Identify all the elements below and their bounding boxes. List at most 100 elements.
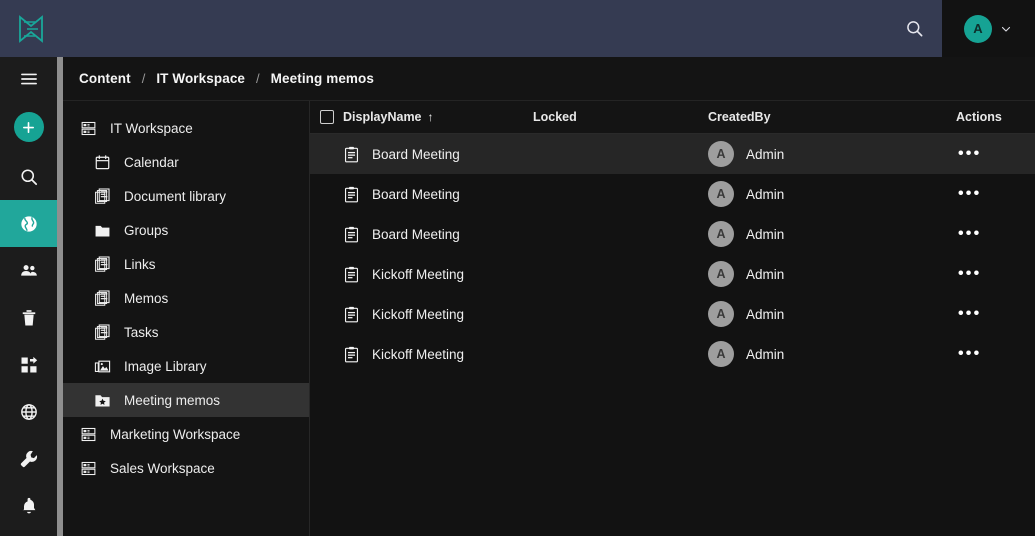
row-actions-menu-button[interactable]: ••• [956, 185, 981, 202]
tree-item-sales-workspace[interactable]: Sales Workspace [63, 451, 309, 485]
cell-createdby: A Admin [708, 301, 956, 327]
breadcrumb-item-it-workspace[interactable]: IT Workspace [156, 71, 245, 86]
cell-actions: ••• [956, 186, 1034, 202]
cell-createdby: A Admin [708, 181, 956, 207]
breadcrumb-item-meeting-memos[interactable]: Meeting memos [271, 71, 374, 86]
select-all-checkbox[interactable] [319, 110, 334, 124]
workspace-icon [77, 118, 99, 138]
breadcrumb-separator: / [141, 71, 146, 86]
tree-item-groups[interactable]: Groups [63, 213, 309, 247]
created-by-name: Admin [746, 226, 785, 242]
row-actions-menu-button[interactable]: ••• [956, 225, 981, 242]
content-table: DisplayName ↑ Locked CreatedBy Actions Bo… [310, 101, 1035, 536]
tree-item-tasks[interactable]: Tasks [63, 315, 309, 349]
created-by-name: Admin [746, 306, 785, 322]
row-display-name: Board Meeting [372, 146, 460, 162]
cell-displayname[interactable]: Kickoff Meeting [343, 306, 533, 323]
cell-actions: ••• [956, 346, 1034, 362]
table-row[interactable]: Kickoff Meeting A Admin ••• [310, 254, 1035, 294]
column-header-createdby[interactable]: CreatedBy [708, 110, 956, 124]
workspace-icon [77, 424, 99, 444]
content-tree-sidebar: IT Workspace Calendar Document library Grou… [63, 101, 310, 536]
search-icon [20, 168, 37, 185]
menu-toggle[interactable] [0, 57, 57, 101]
hamburger-menu-icon [20, 73, 37, 85]
users-icon [20, 264, 37, 276]
calendar-icon [91, 152, 113, 172]
breadcrumb-item-content[interactable]: Content [79, 71, 131, 86]
rail-tools[interactable] [0, 435, 57, 482]
tree-item-meeting-memos[interactable]: Meeting memos [63, 383, 309, 417]
column-header-displayname[interactable]: DisplayName ↑ [343, 110, 533, 124]
tree-item-label: Image Library [124, 358, 207, 374]
cell-displayname[interactable]: Kickoff Meeting [343, 266, 533, 283]
global-search-button[interactable] [886, 0, 942, 57]
avatar: A [708, 221, 734, 247]
cell-actions: ••• [956, 306, 1034, 322]
row-display-name: Board Meeting [372, 226, 460, 242]
tree-item-calendar[interactable]: Calendar [63, 145, 309, 179]
cell-displayname[interactable]: Board Meeting [343, 186, 533, 203]
rail-apps[interactable] [0, 341, 57, 388]
rail-web[interactable] [0, 388, 57, 435]
column-header-displayname-label: DisplayName [343, 110, 422, 124]
row-display-name: Board Meeting [372, 186, 460, 202]
create-new-button[interactable] [13, 112, 44, 142]
app-logo[interactable] [0, 14, 62, 44]
tree-item-label: Links [124, 256, 156, 272]
tree-item-links[interactable]: Links [63, 247, 309, 281]
documents-icon [91, 254, 113, 274]
table-row[interactable]: Kickoff Meeting A Admin ••• [310, 294, 1035, 334]
tree-item-document-library[interactable]: Document library [63, 179, 309, 213]
row-actions-menu-button[interactable]: ••• [956, 265, 981, 282]
memo-icon [343, 186, 360, 203]
row-display-name: Kickoff Meeting [372, 266, 465, 282]
column-header-locked[interactable]: Locked [533, 110, 708, 124]
memo-icon [343, 266, 360, 283]
memo-icon [343, 306, 360, 323]
row-actions-menu-button[interactable]: ••• [956, 145, 981, 162]
tree-item-marketing-workspace[interactable]: Marketing Workspace [63, 417, 309, 451]
tree-item-label: Memos [124, 290, 169, 306]
rail-notifications[interactable] [0, 482, 57, 529]
create-new-wrap [0, 101, 57, 153]
cell-displayname[interactable]: Board Meeting [343, 146, 533, 163]
chevron-down-icon[interactable] [1000, 23, 1012, 35]
avatar[interactable]: A [964, 14, 992, 43]
folder-icon [91, 220, 113, 240]
table-row[interactable]: Kickoff Meeting A Admin ••• [310, 334, 1035, 374]
rail-search[interactable] [0, 153, 57, 200]
wrench-icon [20, 450, 37, 467]
tree-item-image-library[interactable]: Image Library [63, 349, 309, 383]
tree-item-label: Calendar [124, 154, 179, 170]
tree-item-label: Meeting memos [124, 392, 221, 408]
cell-createdby: A Admin [708, 221, 956, 247]
search-icon [906, 21, 922, 37]
app-root: A Content / IT Workspace / Meeting memos… [0, 0, 1035, 536]
rail-content[interactable] [0, 200, 57, 247]
tree-item-label: Sales Workspace [110, 460, 215, 476]
cell-displayname[interactable]: Kickoff Meeting [343, 346, 533, 363]
row-actions-menu-button[interactable]: ••• [956, 345, 981, 362]
table-row[interactable]: Board Meeting A Admin ••• [310, 174, 1035, 214]
table-row[interactable]: Board Meeting A Admin ••• [310, 134, 1035, 174]
cell-actions: ••• [956, 226, 1034, 242]
avatar: A [708, 261, 734, 287]
top-header-bar [0, 0, 942, 57]
created-by-name: Admin [746, 346, 785, 362]
rail-users[interactable] [0, 247, 57, 294]
app-logo-icon [19, 14, 43, 43]
cell-createdby: A Admin [708, 261, 956, 287]
tree-item-label: Marketing Workspace [110, 426, 241, 442]
globe-web-icon [20, 403, 37, 420]
rail-trash[interactable] [0, 294, 57, 341]
table-row[interactable]: Board Meeting A Admin ••• [310, 214, 1035, 254]
cell-displayname[interactable]: Board Meeting [343, 226, 533, 243]
bell-icon [22, 497, 35, 513]
row-actions-menu-button[interactable]: ••• [956, 305, 981, 322]
tree-item-memos[interactable]: Memos [63, 281, 309, 315]
avatar: A [708, 341, 734, 367]
account-menu[interactable]: A [942, 0, 1035, 57]
tree-item-it-workspace[interactable]: IT Workspace [63, 111, 309, 145]
rail-scrollbar[interactable] [57, 57, 63, 536]
